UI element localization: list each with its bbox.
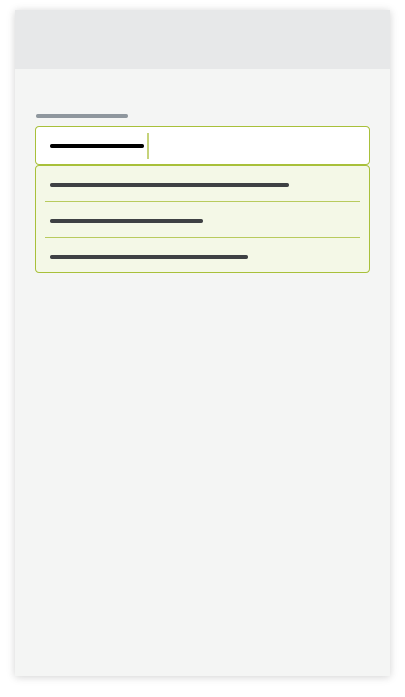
suggestion-option-text xyxy=(50,219,203,223)
suggestion-option[interactable] xyxy=(36,238,369,274)
input-value xyxy=(50,144,144,148)
card-header xyxy=(15,10,390,69)
suggestion-option-text xyxy=(50,255,248,259)
suggestion-option-text xyxy=(50,183,289,187)
suggestion-option-label xyxy=(50,183,51,184)
form-card xyxy=(15,10,390,676)
suggestion-option[interactable] xyxy=(36,166,369,202)
text-caret xyxy=(147,133,149,159)
input-value-text xyxy=(50,144,51,145)
suggestion-option[interactable] xyxy=(36,202,369,238)
header-title xyxy=(15,10,16,11)
suggestion-dropdown xyxy=(35,165,370,273)
field-label-text xyxy=(36,114,37,115)
field-label xyxy=(36,114,128,118)
autocomplete-input[interactable] xyxy=(35,126,370,165)
suggestion-option-label xyxy=(50,255,51,256)
suggestion-option-label xyxy=(50,219,51,220)
